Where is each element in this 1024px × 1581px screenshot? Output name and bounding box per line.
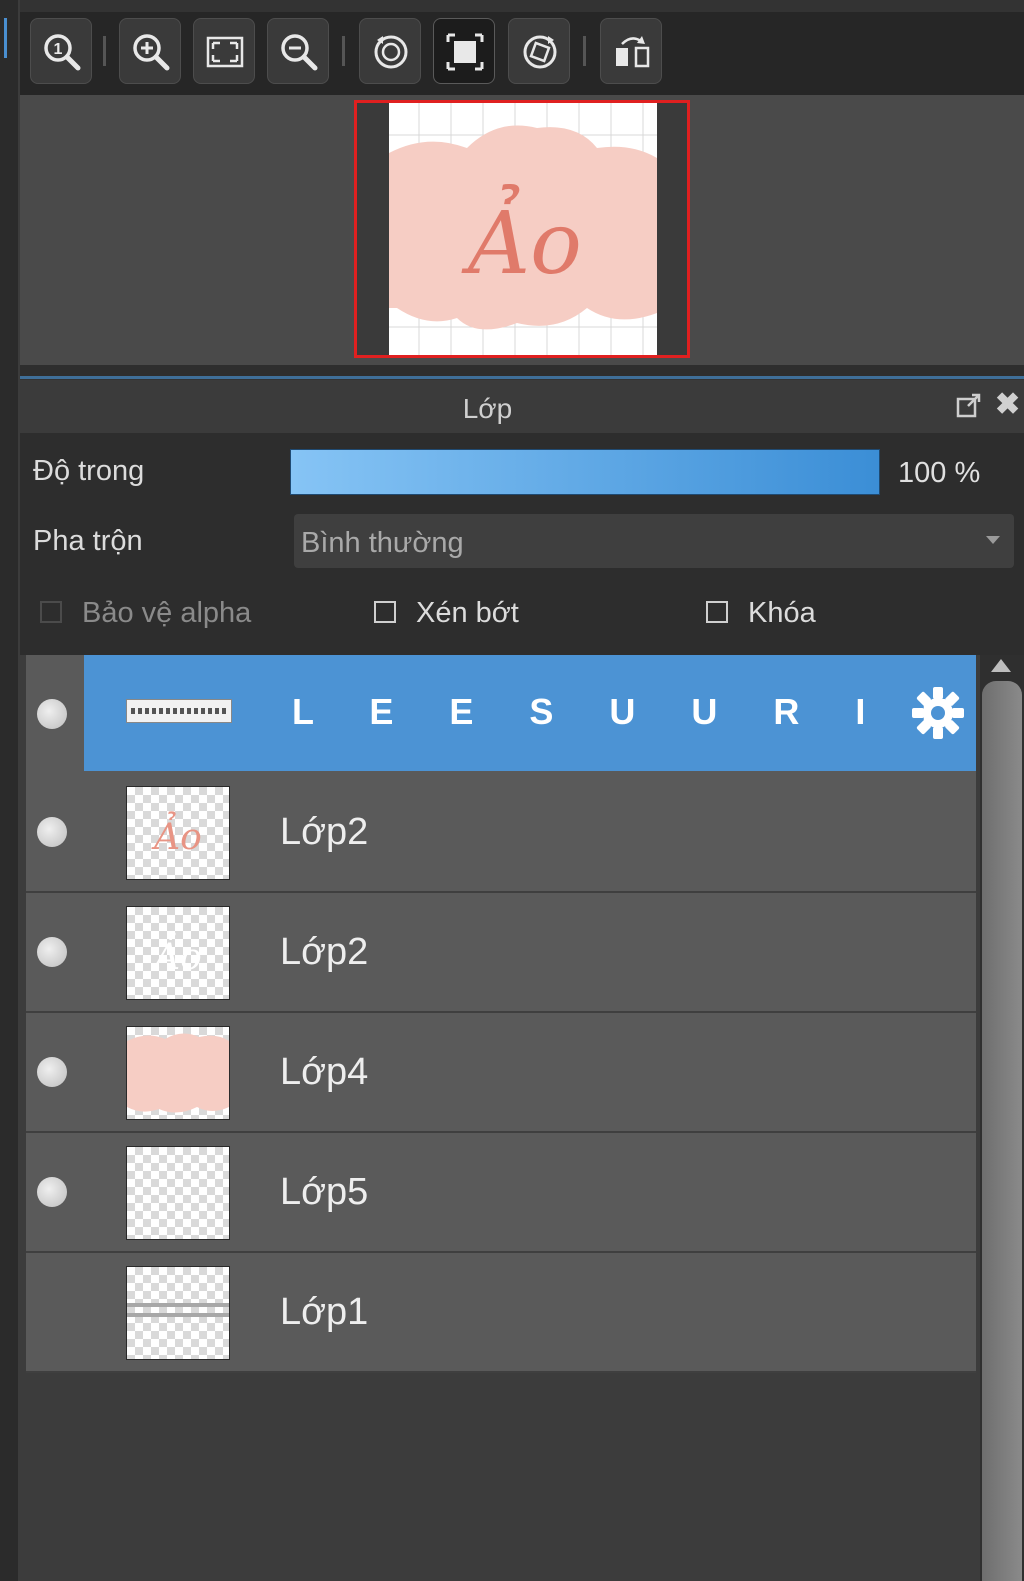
flip-horizontal-button[interactable]: [600, 18, 662, 84]
zoom-in-icon: [133, 34, 170, 71]
text-layer-preview: [131, 708, 227, 714]
layer-properties: Độ trong 100 % Pha trộn Bình thường Bảo …: [20, 433, 1024, 655]
blend-mode-value: Bình thường: [301, 527, 464, 559]
lock-label: Khóa: [748, 597, 816, 629]
layer-thumbnail: [126, 1026, 230, 1120]
layer-list: L E E S U U R I N Ảo Lớp2 Ảo Lớp2 Lớp4 L…: [20, 655, 1024, 1581]
rotate-left-button[interactable]: [359, 18, 421, 84]
clip-box[interactable]: [374, 601, 396, 623]
lettering-preview: Ảo: [151, 812, 202, 858]
toolbar-separator: [342, 36, 345, 66]
zoom-out-button[interactable]: [267, 18, 329, 84]
clip-label: Xén bớt: [416, 597, 519, 629]
visibility-toggle[interactable]: [37, 1177, 67, 1207]
layer-row[interactable]: Ảo Lớp2: [26, 773, 976, 893]
opacity-value: 100 %: [898, 457, 981, 489]
layer-name: Lớp2: [280, 811, 369, 853]
panel-divider[interactable]: [20, 365, 1024, 379]
layer-thumbnail: Ảo: [126, 906, 230, 1000]
zoom-out-icon: [281, 34, 318, 71]
layer-thumbnail: [126, 699, 232, 723]
alpha-protect-label: Bảo vệ alpha: [82, 597, 252, 629]
panel-title: Lớp: [462, 393, 513, 424]
left-edge-panel: [0, 0, 20, 1581]
grid-preview: [127, 1303, 229, 1317]
fit-screen-button[interactable]: [193, 18, 255, 84]
rotate-left-icon: [374, 35, 408, 69]
layer-thumbnail: [126, 1146, 230, 1240]
gear-icon[interactable]: [910, 685, 966, 741]
svg-text:Ảo: Ảo: [151, 932, 202, 978]
zoom-in-button[interactable]: [119, 18, 181, 84]
opacity-label: Độ trong: [33, 455, 145, 487]
svg-text:Ảo: Ảo: [151, 812, 202, 858]
toolbar-separator: [583, 36, 586, 66]
blend-mode-label: Pha trộn: [33, 525, 143, 557]
panel-accent-marker: [4, 18, 7, 58]
layer-thumbnail: Ảo: [126, 786, 230, 880]
view-toolbar: 1: [20, 0, 1024, 96]
chevron-down-icon: [986, 536, 1000, 544]
layer-row[interactable]: Lớp5: [26, 1133, 976, 1253]
navigator-canvas-preview[interactable]: Ảo: [354, 100, 690, 358]
layer-name: Lớp2: [280, 931, 369, 973]
fit-canvas-icon: [446, 33, 484, 71]
flip-horizontal-icon: [616, 36, 650, 68]
scroll-up-icon[interactable]: [991, 659, 1011, 672]
close-icon[interactable]: ✖: [995, 390, 1024, 420]
svg-text:Ảo: Ảo: [461, 184, 582, 294]
opacity-slider[interactable]: [290, 449, 880, 495]
popout-icon[interactable]: [955, 392, 983, 420]
layer-row[interactable]: Ảo Lớp2: [26, 893, 976, 1013]
toolbar-top-strip: [20, 0, 1024, 12]
layer-row[interactable]: L E E S U U R I N: [26, 655, 976, 775]
svg-text:1: 1: [54, 41, 63, 58]
layer-list-scrollbar[interactable]: [980, 655, 1024, 1581]
visibility-toggle[interactable]: [37, 1057, 67, 1087]
white-lettering-preview: Ảo: [151, 932, 202, 978]
rotate-right-button[interactable]: [508, 18, 570, 84]
alpha-protect-box[interactable]: [40, 601, 62, 623]
canvas-preview-image: Ảo: [357, 103, 687, 355]
toolbar-separator: [103, 36, 106, 66]
visibility-toggle[interactable]: [37, 937, 67, 967]
pink-cloud-preview: [127, 1033, 229, 1113]
layer-name: Lớp1: [280, 1291, 369, 1333]
lock-box[interactable]: [706, 601, 728, 623]
zoom-actual-size-button[interactable]: 1: [30, 18, 92, 84]
scroll-thumb[interactable]: [982, 681, 1022, 1581]
zoom-1-icon: 1: [44, 34, 81, 71]
blend-mode-select[interactable]: Bình thường: [294, 514, 1014, 568]
layer-row[interactable]: Lớp1: [26, 1253, 976, 1373]
layer-thumbnail: [126, 1266, 230, 1360]
layer-panel-header: Lớp ✖: [20, 380, 1024, 433]
layer-name: Lớp5: [280, 1171, 369, 1213]
visibility-toggle[interactable]: [37, 817, 67, 847]
layer-row[interactable]: Lớp4: [26, 1013, 976, 1133]
layer-name: Lớp4: [280, 1051, 369, 1093]
layer-name: L E E S U U R I N: [292, 691, 971, 732]
navigator-panel: Ảo: [20, 95, 1024, 365]
reset-view-button[interactable]: [433, 18, 495, 84]
fit-screen-icon: [206, 36, 244, 68]
rotate-right-icon: [523, 35, 557, 69]
visibility-toggle[interactable]: [37, 699, 67, 729]
